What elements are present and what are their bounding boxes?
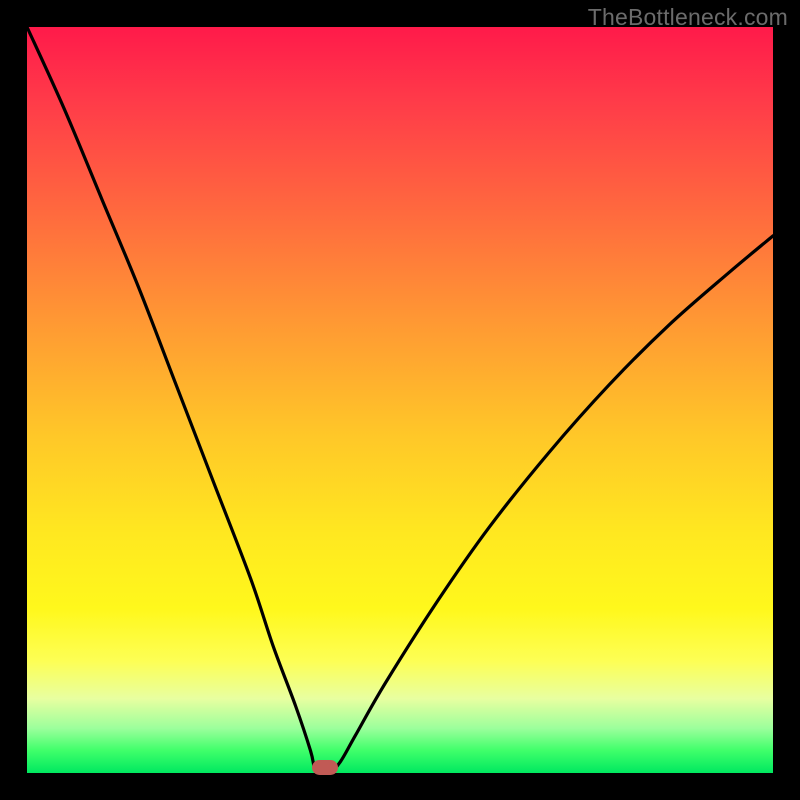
plot-area <box>27 27 773 773</box>
watermark-text: TheBottleneck.com <box>588 4 788 31</box>
bottleneck-marker <box>312 760 338 775</box>
bottleneck-curve <box>27 27 773 773</box>
chart-frame: TheBottleneck.com <box>0 0 800 800</box>
